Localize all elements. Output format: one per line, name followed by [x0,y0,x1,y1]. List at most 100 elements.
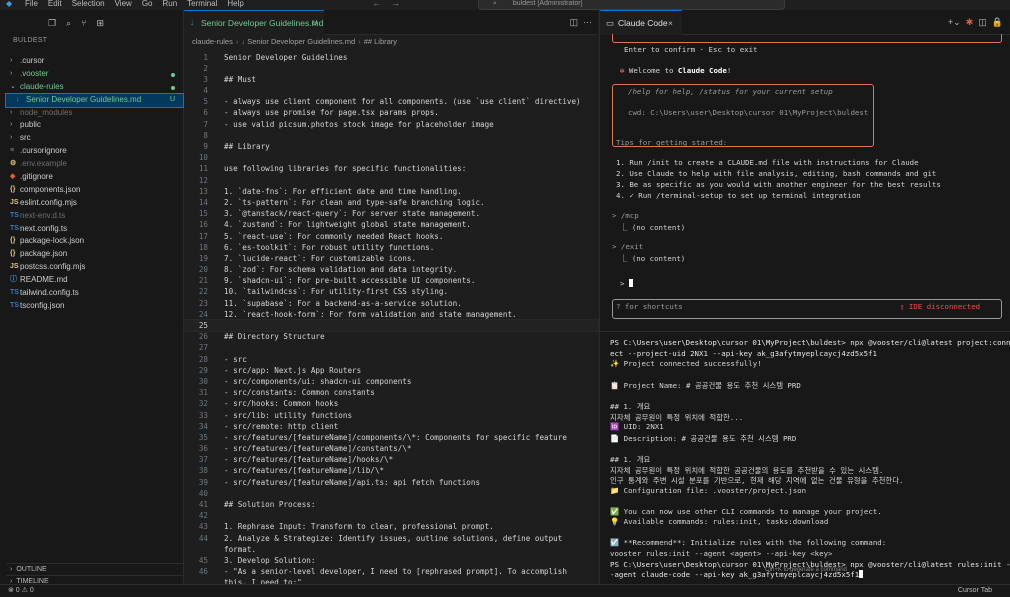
code-line[interactable]: format. [184,544,598,555]
tree-item-senior-guidelines[interactable]: ↓ Senior Developer Guidelines.md U [5,92,184,108]
line-content: - src/features/[featureName]/components/… [224,432,567,442]
line-content: - use valid picsum.photos stock image fo… [224,119,494,129]
new-terminal-icon[interactable]: +⌄ [948,17,961,27]
tree-item-eslint-config[interactable]: JS eslint.config.mjs [6,197,183,210]
code-line[interactable]: 15 3. `@tanstack/react-query`: For server… [184,208,598,219]
forward-arrow-icon[interactable]: → [391,0,400,8]
menu-file[interactable]: File [25,0,38,8]
code-line[interactable]: 13 1. `date-fns`: For efficient date and … [184,186,598,197]
code-line[interactable]: 4 [184,85,598,96]
code-line[interactable]: 17 5. `react-use`: For commonly needed Re… [184,231,598,242]
code-line[interactable]: 8 [184,130,598,141]
tree-item-cursorignore[interactable]: ≡ .cursorignore [6,145,183,158]
menu-view[interactable]: View [115,0,132,8]
menu-help[interactable]: Help [227,0,243,8]
code-line[interactable]: 38 - src/features/[featureName]/lib/\* [184,465,598,476]
tree-item-readme[interactable]: ⓘ README.md [6,274,183,287]
code-line[interactable]: 10 [184,152,598,163]
code-line[interactable]: 24 12. `react-hook-form`: For form valida… [184,309,598,320]
split-editor-icon[interactable]: ◫ [569,17,578,27]
code-line[interactable]: 9 ## Library [184,141,598,152]
problems-indicator[interactable]: ⊗ 0 ⚠ 0 [8,585,34,596]
tree-item-node-modules[interactable]: › node_modules [6,107,183,120]
code-view[interactable]: 1 Senior Developer Guidelines 2 3 ## Must 4 5 -… [183,52,599,589]
tree-item-next-config[interactable]: TS next.config.ts [6,223,183,236]
code-line[interactable]: 6 - always use promise for page.tsx param… [184,107,598,118]
code-line[interactable]: 43 1. Rephrase Input: Transform to clear,… [184,521,598,532]
code-line[interactable]: 2 [184,63,598,74]
code-line[interactable]: 31 - src/constants: Common constants [184,387,598,398]
lock-icon[interactable]: 🔒 [992,17,1003,27]
back-arrow-icon[interactable]: ← [372,0,381,8]
code-line[interactable]: 41 ## Solution Process: [184,499,598,510]
tree-item-gitignore[interactable]: ◆ .gitignore [6,171,183,184]
code-line[interactable]: 37 - src/features/[featureName]/hooks/\* [184,454,598,465]
menu-selection[interactable]: Selection [72,0,105,8]
code-line[interactable]: 19 7. `lucide-react`: For customizable ic… [184,253,598,264]
tree-item-components-json[interactable]: {} components.json [6,184,183,197]
more-actions-icon[interactable]: ··· [583,17,592,27]
code-line[interactable]: 5 - always use client component for all c… [184,96,598,107]
tree-item-env-example[interactable]: ⚙ .env.example [6,158,183,171]
code-line[interactable]: 22 10. `tailwindcss`: For utility-first C… [184,286,598,297]
code-line[interactable]: 39 - src/features/[featureName]/api.ts: a… [184,477,598,488]
code-line[interactable]: 29 - src/app: Next.js App Routers [184,365,598,376]
close-icon[interactable]: × [668,11,673,35]
tree-item-tailwind-config[interactable]: TS tailwind.config.ts [6,287,183,300]
code-line[interactable]: 16 4. `zustand`: For lightweight global s… [184,219,598,230]
command-center-search[interactable]: ⌕ buldest [Administrator] [478,0,785,10]
terminal[interactable]: PS C:\Users\user\Desktop\cursor 01\MyPro… [600,331,1010,585]
code-line[interactable]: 14 2. `ts-pattern`: For clean and type-sa… [184,197,598,208]
code-line[interactable]: 35 - src/features/[featureName]/component… [184,432,598,443]
chevron-right-icon: › [10,69,13,77]
tree-item-claude-rules[interactable]: ⌄ claude-rules [6,81,183,94]
code-line[interactable]: 18 6. `es-toolkit`: For robust utility fu… [184,242,598,253]
code-line[interactable]: 26 ## Directory Structure [184,331,598,342]
menu-go[interactable]: Go [142,0,153,8]
menu-terminal[interactable]: Terminal [187,0,217,8]
code-line[interactable]: 32 - src/hooks: Common hooks [184,398,598,409]
code-line[interactable]: 21 9. `shadcn-ui`: For pre-built accessib… [184,275,598,286]
code-line[interactable]: 7 - use valid picsum.photos stock image f… [184,119,598,130]
cursor-tab-status[interactable]: Cursor Tab [958,585,992,596]
code-line[interactable]: 36 - src/features/[featureName]/constants… [184,443,598,454]
code-line[interactable]: 44 2. Analyze & Strategize: Identify issu… [184,533,598,544]
breadcrumb-symbol[interactable]: ## Library [364,37,397,46]
code-line[interactable]: 1 Senior Developer Guidelines [184,52,598,63]
code-line[interactable]: 34 - src/remote: http client [184,421,598,432]
tree-item-vooster[interactable]: › .vooster [6,68,183,81]
code-line[interactable]: 27 [184,342,598,353]
code-line[interactable]: 45 3. Develop Solution: [184,555,598,566]
menu-edit[interactable]: Edit [48,0,62,8]
split-icon[interactable]: ◫ [978,17,987,27]
tree-item-package-lock[interactable]: {} package-lock.json [6,235,183,248]
tree-item-next-env[interactable]: TS next-env.d.ts [6,210,183,223]
code-line[interactable]: 3 ## Must [184,74,598,85]
code-line[interactable]: 40 [184,488,598,499]
breadcrumb-file[interactable]: Senior Developer Guidelines.md [247,37,355,46]
code-line[interactable]: 25 [183,318,599,333]
tree-item-package-json[interactable]: {} package.json [6,248,183,261]
tree-item-tsconfig[interactable]: TS tsconfig.json [6,300,183,313]
code-line[interactable]: 12 [184,175,598,186]
explorer-header: BULDEST [6,10,183,44]
code-line[interactable]: 23 11. `supabase`: For a backend-as-a-ser… [184,298,598,309]
code-line[interactable]: 42 [184,510,598,521]
code-line[interactable]: 30 - src/components/ui: shadcn-ui compone… [184,376,598,387]
code-line[interactable]: 33 - src/lib: utility functions [184,410,598,421]
code-line[interactable]: 11 use following libraries for specific f… [184,163,598,174]
claude-logo-icon[interactable]: ✱ [966,17,974,27]
code-line[interactable]: 46 - "As a senior-level developer, I nee… [184,566,598,577]
tree-item-cursor[interactable]: › .cursor [6,55,183,68]
tab-claude-code[interactable]: ▭ Claude Code × [600,10,682,35]
breadcrumb-folder[interactable]: claude-rules [192,37,233,46]
tree-item-src[interactable]: › src [6,132,183,145]
git-file-icon: ◆ [10,173,16,181]
tab-senior-guidelines[interactable]: ↓ Senior Developer Guidelines.md U [184,10,324,35]
tree-item-public[interactable]: › public [6,119,183,132]
code-line[interactable]: 28 - src [184,354,598,365]
tree-item-label: next.config.ts [20,223,68,233]
code-line[interactable]: 20 8. `zod`: For schema validation and da… [184,264,598,275]
menu-run[interactable]: Run [162,0,177,8]
tree-item-postcss-config[interactable]: JS postcss.config.mjs [6,261,183,274]
